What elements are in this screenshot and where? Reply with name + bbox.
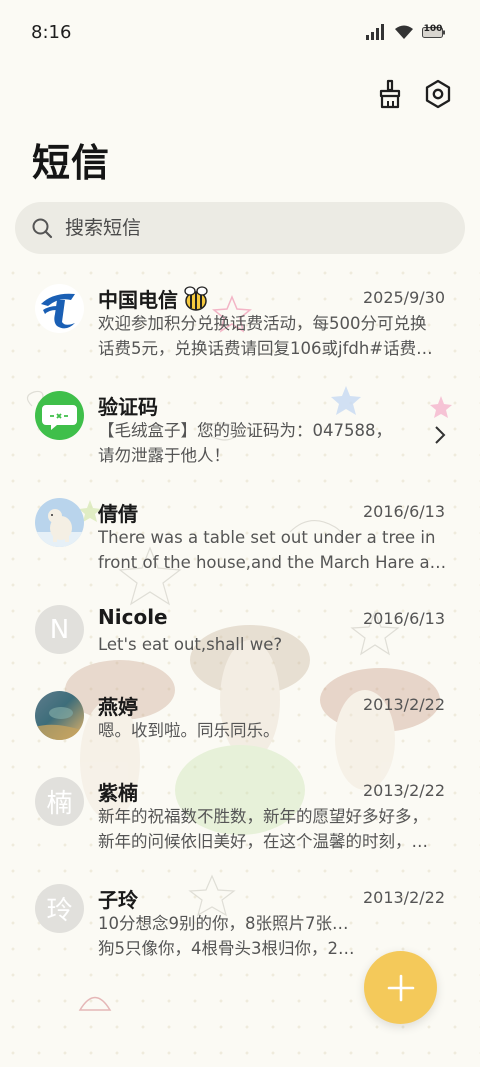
broom-icon xyxy=(379,79,401,109)
contact-name: 中国电信 xyxy=(98,284,210,313)
message-date: 2013/2/22 xyxy=(362,695,445,714)
ocean-photo-avatar xyxy=(35,691,84,740)
letter-avatar: N xyxy=(35,605,84,654)
search-icon xyxy=(32,218,53,239)
battery-level: 100 xyxy=(423,24,443,34)
bee-icon xyxy=(184,285,208,311)
contact-name: Nicole xyxy=(98,605,168,629)
status-icons: 100 xyxy=(366,24,446,40)
preview-line: Let's eat out,shall we? xyxy=(98,635,283,654)
preview-line: There was a table set out under a tree i… xyxy=(98,528,436,547)
chevron-right-icon[interactable] xyxy=(434,425,446,445)
message-preview: 10分想念9别的你，8张照片7张是你，6只小 狗5只像你，4根骨头3根归你，2爪… xyxy=(98,911,358,961)
message-preview: 嗯。收到啦。同乐同乐。 xyxy=(98,718,448,743)
settings-button[interactable] xyxy=(423,78,453,110)
message-preview: There was a table set out under a tree i… xyxy=(98,525,448,575)
letter-avatar: 楠 xyxy=(35,777,84,826)
preview-line: 10分想念9别的你，8张照片7张是你，6只小 xyxy=(98,914,358,933)
wifi-icon xyxy=(395,25,413,39)
preview-line: 欢迎参加积分兑换话费活动，每500分可兑换 xyxy=(98,314,427,333)
contact-name: 子玲 xyxy=(98,888,138,912)
conversation-list: 中国电信 2025/9/30 欢迎参加积分兑换话费活动，每500分可兑换 话费5… xyxy=(0,266,480,973)
message-preview: 新年的祝福数不胜数，新年的愿望好多好多， 新年的问候依旧美好，在这个温馨的时刻，… xyxy=(98,804,448,854)
message-date: 2016/6/13 xyxy=(362,502,445,521)
toolbar xyxy=(375,78,453,110)
contact-name: 燕婷 xyxy=(98,695,138,719)
contact-name: 紫楠 xyxy=(98,781,138,805)
settings-hexagon-icon xyxy=(425,79,451,109)
plus-icon xyxy=(387,974,414,1001)
message-preview: 【毛绒盒子】您的验证码为：047588， 请勿泄露于他人！ xyxy=(98,418,448,468)
polar-bear-avatar xyxy=(35,498,84,547)
contact-name: 倩倩 xyxy=(98,502,138,526)
message-preview: Let's eat out,shall we? xyxy=(98,632,448,657)
letter-avatar: 玲 xyxy=(35,884,84,933)
conversation-row[interactable]: N Nicole 2016/6/13 Let's eat out,shall w… xyxy=(0,587,480,673)
message-date: 2013/2/22 xyxy=(362,781,445,800)
page-title: 短信 xyxy=(32,141,111,185)
preview-line: 新年的祝福数不胜数，新年的愿望好多好多， xyxy=(98,807,428,826)
preview-line: 话费5元，兑换话费请回复106或jfdh#话费… xyxy=(98,339,433,358)
status-bar: 8:16 100 xyxy=(0,0,480,66)
conversation-row[interactable]: 倩倩 2016/6/13 There was a table set out u… xyxy=(0,480,480,587)
new-message-button[interactable] xyxy=(364,951,437,1024)
preview-line: 狗5只像你，4根骨头3根归你，2爪着地1宝… xyxy=(98,939,358,958)
preview-line: front of the house,and the March Hare an… xyxy=(98,553,448,572)
message-date: 2013/2/22 xyxy=(362,888,445,907)
preview-line: 【毛绒盒子】您的验证码为：047588， xyxy=(98,421,392,440)
clean-button[interactable] xyxy=(375,78,405,110)
search-input[interactable] xyxy=(63,216,427,240)
china-telecom-logo-icon xyxy=(35,284,84,333)
signal-icon xyxy=(366,24,384,40)
battery-icon: 100 xyxy=(422,24,446,39)
message-preview: 欢迎参加积分兑换话费活动，每500分可兑换 话费5元，兑换话费请回复106或jf… xyxy=(98,311,448,361)
contact-name-text: 中国电信 xyxy=(98,288,178,312)
conversation-row[interactable]: 楠 紫楠 2013/2/22 新年的祝福数不胜数，新年的愿望好多好多， 新年的问… xyxy=(0,759,480,866)
preview-line: 请勿泄露于他人！ xyxy=(98,446,230,465)
preview-line: 嗯。收到啦。同乐同乐。 xyxy=(98,721,280,740)
conversation-row[interactable]: 燕婷 2013/2/22 嗯。收到啦。同乐同乐。 xyxy=(0,673,480,759)
status-time: 8:16 xyxy=(31,22,72,43)
message-date: 2025/9/30 xyxy=(362,288,445,307)
contact-name: 验证码 xyxy=(98,395,158,419)
conversation-row[interactable]: 中国电信 2025/9/30 欢迎参加积分兑换话费活动，每500分可兑换 话费5… xyxy=(0,266,480,373)
message-date: 2016/6/13 xyxy=(362,609,445,628)
search-bar[interactable] xyxy=(15,202,465,254)
conversation-row[interactable]: 验证码 【毛绒盒子】您的验证码为：047588， 请勿泄露于他人！ xyxy=(0,373,480,480)
preview-line: 新年的问候依旧美好，在这个温馨的时刻，… xyxy=(98,832,428,851)
message-bubble-icon xyxy=(35,391,84,440)
